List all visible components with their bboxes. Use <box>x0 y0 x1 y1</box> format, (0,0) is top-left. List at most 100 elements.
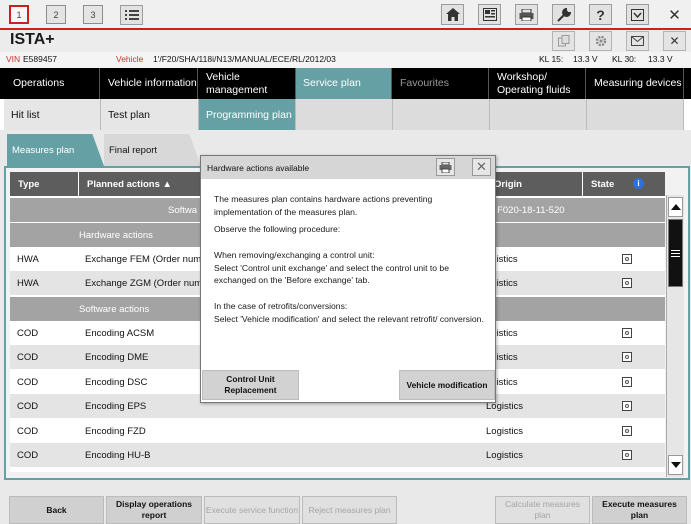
close-icon[interactable]: ✕ <box>663 4 686 25</box>
info-icon[interactable]: i <box>633 178 644 189</box>
home-icon[interactable] <box>441 4 464 25</box>
print-icon[interactable] <box>436 158 455 176</box>
copy-icon <box>552 31 575 51</box>
cell-type: HWA <box>17 253 39 265</box>
vehicle-data-icon[interactable] <box>478 4 501 25</box>
execute-service-function-button[interactable]: Execute service function <box>204 496 300 524</box>
state-checkbox[interactable] <box>622 426 632 436</box>
nav-measuring-devices[interactable]: Measuring devices <box>587 68 684 99</box>
close-session-icon[interactable]: ✕ <box>663 31 686 51</box>
subnav-programming-plan[interactable]: Programming plan <box>199 99 296 130</box>
cell-action: Exchange FEM (Order num <box>85 253 202 265</box>
table-row[interactable]: COD Encoding HU-B Logistics <box>10 443 665 467</box>
subnav-empty-2 <box>393 99 490 130</box>
cell-type: HWA <box>17 277 39 289</box>
print-icon[interactable] <box>515 4 538 25</box>
col-header-origin[interactable]: Origin <box>486 172 583 196</box>
dialog-paragraph-1: The measures plan contains hardware acti… <box>214 194 433 217</box>
mail-icon[interactable] <box>626 31 649 51</box>
title-bar: ISTA+ ✕ <box>0 30 691 52</box>
nav-operations[interactable]: Operations <box>6 68 100 99</box>
cell-type: COD <box>17 449 39 461</box>
tab-measures-plan[interactable]: Measures plan <box>7 134 104 166</box>
cell-type: COD <box>17 400 39 412</box>
kl30-label: KL 30: <box>612 54 637 64</box>
dialog-header: Hardware actions available ✕ <box>201 156 495 179</box>
sub-navigation: Hit list Test plan Programming plan <box>0 99 691 130</box>
group-label-software: Software actions <box>79 303 150 315</box>
vehicle-modification-button[interactable]: Vehicle modification <box>399 370 495 400</box>
session-tab-3[interactable]: 3 <box>83 5 103 24</box>
tab-final-report[interactable]: Final report <box>104 134 201 166</box>
display-operations-report-button[interactable]: Display operations report <box>106 496 202 524</box>
control-unit-replacement-button[interactable]: Control Unit Replacement <box>202 370 299 400</box>
minimize-icon[interactable] <box>626 4 649 25</box>
col-header-type[interactable]: Type <box>10 172 79 196</box>
help-icon[interactable]: ? <box>589 4 612 25</box>
cell-type: COD <box>17 425 39 437</box>
scroll-thumb[interactable] <box>668 219 683 287</box>
vehicle-info-bar: VIN E589457 Vehicle 1'/F20/SHA/118i/N13/… <box>0 52 691 68</box>
cell-action: Encoding HU-B <box>85 449 151 461</box>
subnav-empty-3 <box>490 99 587 130</box>
nav-vehicle-management[interactable]: Vehicle management <box>199 68 296 99</box>
kl15-value: 13.3 V <box>573 54 598 64</box>
info-row-right: t): F020-18-11-520 <box>486 204 565 216</box>
table-row[interactable]: COD Encoding FZD Logistics <box>10 419 665 443</box>
vehicle-label: Vehicle <box>116 54 144 64</box>
table-scrollbar[interactable] <box>666 195 684 477</box>
list-icon[interactable] <box>120 5 143 25</box>
nav-workshop-operating-fluids[interactable]: Workshop/ Operating fluids <box>490 68 586 99</box>
state-checkbox[interactable] <box>622 401 632 411</box>
nav-favourites[interactable]: Favourites <box>393 68 489 99</box>
cell-action: Encoding FZD <box>85 425 146 437</box>
subnav-empty-1 <box>296 99 393 130</box>
dialog-title: Hardware actions available <box>207 162 310 173</box>
subnav-empty-4 <box>587 99 684 130</box>
dialog-paragraph-2: Observe the following procedure: <box>214 224 341 234</box>
col-header-state-label: State <box>591 178 615 190</box>
cell-action: Encoding ACSM <box>85 327 155 339</box>
calculate-measures-plan-button[interactable]: Calculate measures plan <box>495 496 590 524</box>
main-navigation: Operations Vehicle information Vehicle m… <box>0 68 691 99</box>
app-title: ISTA+ <box>10 31 55 48</box>
table-row[interactable] <box>10 467 665 472</box>
back-button[interactable]: Back <box>9 496 104 524</box>
execute-measures-plan-button[interactable]: Execute measures plan <box>592 496 687 524</box>
kl30-value: 13.3 V <box>648 54 673 64</box>
subnav-hit-list[interactable]: Hit list <box>4 99 101 130</box>
subnav-test-plan[interactable]: Test plan <box>101 99 199 130</box>
cell-action: Encoding EPS <box>85 400 147 412</box>
state-checkbox[interactable] <box>622 377 632 387</box>
scroll-up-button[interactable] <box>668 197 683 217</box>
state-checkbox[interactable] <box>622 254 632 264</box>
top-toolbar: 1 2 3 ? ✕ <box>0 0 691 30</box>
session-tab-1[interactable]: 1 <box>9 5 29 24</box>
state-checkbox[interactable] <box>622 328 632 338</box>
dialog-paragraph-4-title: In the case of retrofits/conversions: <box>214 301 348 311</box>
info-row-left: Softwa <box>168 204 198 216</box>
dialog-paragraph-3-title: When removing/exchanging a control unit: <box>214 250 375 260</box>
session-tab-2[interactable]: 2 <box>46 5 66 24</box>
cell-action: Encoding DSC <box>85 376 148 388</box>
settings-icon[interactable] <box>589 31 612 51</box>
scroll-down-button[interactable] <box>668 455 683 475</box>
nav-vehicle-information[interactable]: Vehicle information <box>101 68 198 99</box>
state-checkbox[interactable] <box>622 450 632 460</box>
nav-service-plan[interactable]: Service plan <box>296 68 392 99</box>
close-icon[interactable]: ✕ <box>472 158 491 176</box>
state-checkbox[interactable] <box>622 352 632 362</box>
reject-measures-plan-button[interactable]: Reject measures plan <box>302 496 397 524</box>
cell-action: Encoding DME <box>85 351 149 363</box>
cell-type: COD <box>17 351 39 363</box>
cell-origin: Logistics <box>486 449 523 461</box>
col-header-state[interactable]: State i <box>583 172 665 196</box>
cell-action: Exchange ZGM (Order num <box>85 277 203 289</box>
kl15-label: KL 15: <box>539 54 564 64</box>
dialog-paragraph-3-body: Select 'Control unit exchange' and selec… <box>214 262 449 286</box>
cell-type: COD <box>17 327 39 339</box>
wrench-icon[interactable] <box>552 4 575 25</box>
vehicle-value: 1'/F20/SHA/118i/N13/MANUAL/ECE/RL/2012/0… <box>153 54 336 64</box>
cell-origin: Logistics <box>486 425 523 437</box>
state-checkbox[interactable] <box>622 278 632 288</box>
